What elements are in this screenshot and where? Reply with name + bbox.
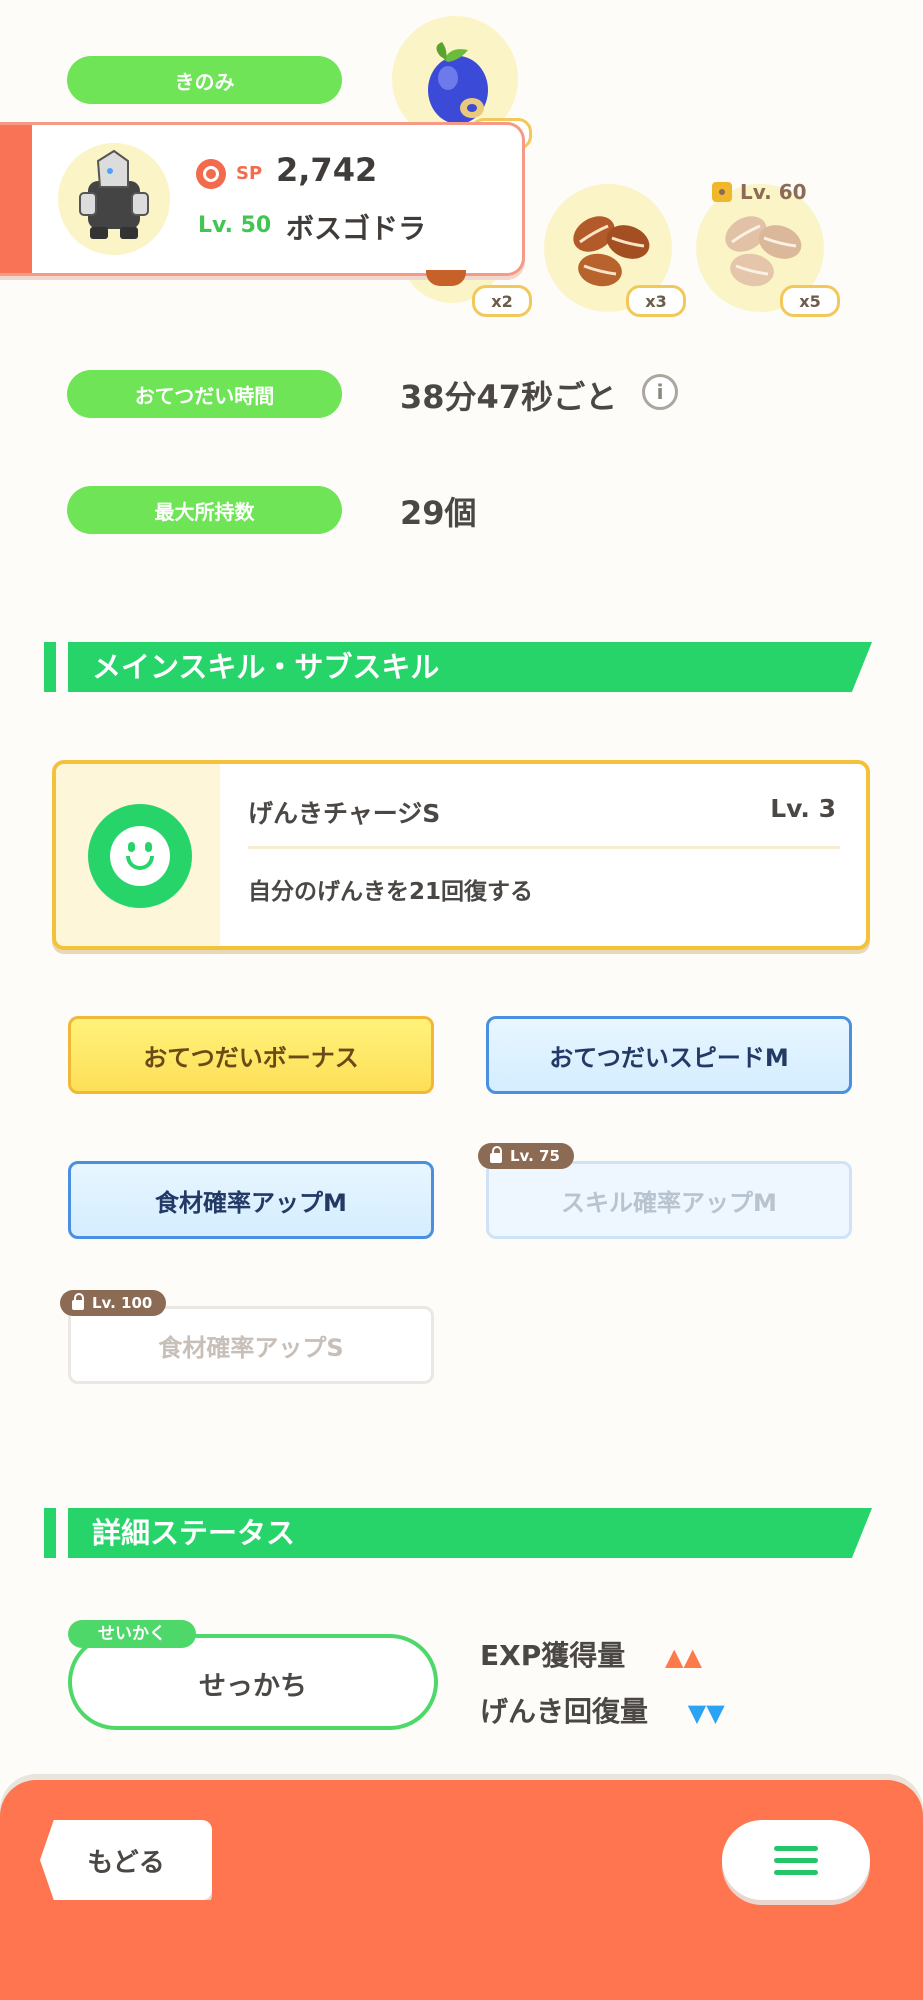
stat-energy-row: げんき回復量 ▼▼ xyxy=(480,1690,725,1730)
nature-value: せっかち xyxy=(199,1671,307,1702)
max-carry-value: 29個 xyxy=(400,494,477,532)
stat-exp-label: EXP獲得量 xyxy=(480,1639,626,1672)
main-skill-level: Lv. 3 xyxy=(770,794,836,823)
main-skill-name: げんきチャージS xyxy=(248,799,441,828)
sub-skill-ingredient-m[interactable]: 食材確率アップM xyxy=(68,1161,434,1239)
lock-icon xyxy=(72,1293,84,1310)
skills-section-title: メインスキル・サブスキル xyxy=(92,650,440,684)
sub-skill-lock-lv100: Lv. 100 xyxy=(60,1290,167,1316)
skills-section-header: メインスキル・サブスキル xyxy=(44,642,872,692)
pokemon-card[interactable]: SP 2,742 Lv. 50 ボスゴドラ xyxy=(0,122,525,276)
sp-label: SP xyxy=(236,163,263,184)
sub-skill-help-speed-m[interactable]: おてつだいスピードM xyxy=(486,1016,852,1094)
stat-energy-arrows: ▼▼ xyxy=(687,1699,725,1727)
smile-icon xyxy=(88,804,192,908)
stat-energy-label: げんき回復量 xyxy=(480,1695,649,1728)
sub-skill-skill-chance-m[interactable]: スキル確率アップM xyxy=(486,1161,852,1239)
stat-exp-row: EXP獲得量 ▲▲ xyxy=(480,1634,702,1674)
help-time-value: 38分47秒ごと xyxy=(400,378,618,416)
pokemon-level: Lv. 50 xyxy=(198,213,272,238)
back-button-label: もどる xyxy=(87,1848,165,1878)
ingredient-1-icon xyxy=(426,270,466,286)
ingredient-2-qty: x3 xyxy=(626,285,686,317)
lock-level: Lv. 75 xyxy=(510,1147,560,1165)
back-button[interactable]: もどる xyxy=(40,1820,212,1900)
main-skill-card[interactable]: げんきチャージS Lv. 3 自分のげんきを21回復する xyxy=(52,760,870,950)
pokemon-avatar xyxy=(58,143,170,255)
nature-box[interactable]: せっかち xyxy=(68,1634,438,1730)
stat-exp-arrows: ▲▲ xyxy=(665,1643,702,1671)
card-accent-stripe xyxy=(0,125,32,273)
ingredient-3-unlock: Lv. 60 xyxy=(712,180,807,204)
pokemon-sprite-icon xyxy=(79,149,149,239)
details-section-header: 詳細ステータス xyxy=(44,1508,872,1558)
sub-skill-lock-lv75: Lv. 75 xyxy=(478,1143,574,1169)
footer-bar: もどる xyxy=(0,1780,923,2000)
main-skill-icon-area xyxy=(56,764,220,946)
pokemon-name: ボスゴドラ xyxy=(286,212,427,245)
berries-label: きのみ xyxy=(67,56,342,104)
unlock-level: Lv. 60 xyxy=(740,180,807,204)
lock-icon xyxy=(712,182,732,202)
sp-value: 2,742 xyxy=(276,151,378,189)
ingredient-1-qty: x2 xyxy=(472,285,532,317)
sp-icon xyxy=(196,159,226,189)
menu-button[interactable] xyxy=(722,1820,870,1900)
ingredient-3-qty: x5 xyxy=(780,285,840,317)
sub-skill-ingredient-s[interactable]: 食材確率アップS xyxy=(68,1306,434,1384)
main-skill-divider xyxy=(248,846,840,849)
main-skill-description: 自分のげんきを21回復する xyxy=(248,879,534,905)
lock-icon xyxy=(490,1146,502,1163)
nature-tag: せいかく xyxy=(68,1620,196,1648)
max-carry-label: 最大所持数 xyxy=(67,486,342,534)
menu-icon xyxy=(774,1846,818,1875)
details-section-title: 詳細ステータス xyxy=(92,1516,296,1550)
info-icon[interactable]: i xyxy=(642,374,678,410)
help-time-label: おてつだい時間 xyxy=(67,370,342,418)
sub-skill-help-bonus[interactable]: おてつだいボーナス xyxy=(68,1016,434,1094)
lock-level: Lv. 100 xyxy=(92,1294,153,1312)
